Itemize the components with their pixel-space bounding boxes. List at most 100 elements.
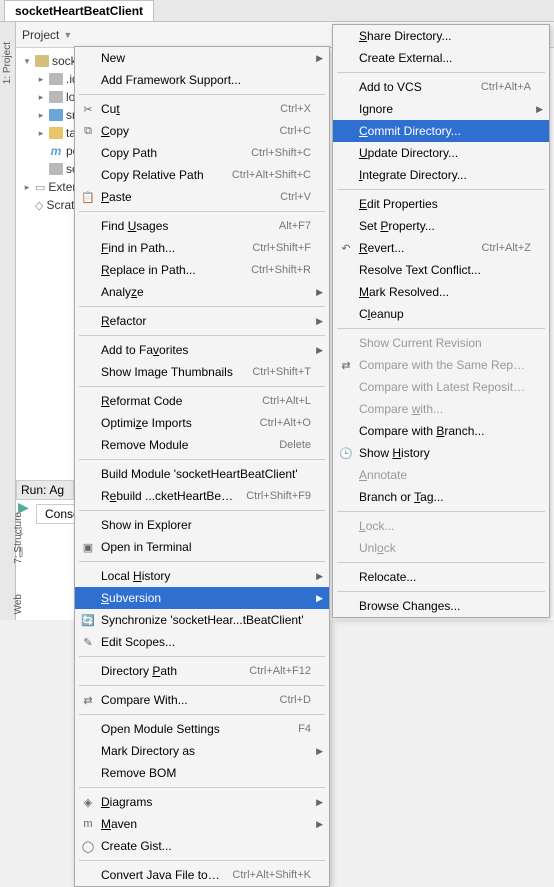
menu-item[interactable]: Compare with Branch... [333, 420, 549, 442]
menu-item-icon: 🔄 [80, 614, 96, 627]
submenu-arrow-icon: ▶ [316, 819, 323, 830]
menu-item[interactable]: New▶ [75, 47, 329, 69]
menu-item[interactable]: Optimize ImportsCtrl+Alt+O [75, 412, 329, 434]
menu-item[interactable]: ✂CutCtrl+X [75, 98, 329, 120]
menu-item[interactable]: Local History▶ [75, 565, 329, 587]
menu-item[interactable]: Relocate... [333, 566, 549, 588]
web-tool-tab[interactable]: Web [2, 594, 24, 614]
menu-item-label: Compare with... [359, 402, 531, 416]
submenu-arrow-icon: ▶ [316, 345, 323, 356]
menu-item[interactable]: Integrate Directory... [333, 164, 549, 186]
menu-item[interactable]: mMaven▶ [75, 813, 329, 835]
menu-item-label: Integrate Directory... [359, 168, 531, 182]
menu-item[interactable]: Build Module 'socketHeartBeatClient' [75, 463, 329, 485]
menu-shortcut: Ctrl+Alt+L [262, 395, 311, 407]
menu-item-label: Add Framework Support... [101, 73, 311, 87]
menu-item[interactable]: Remove BOM [75, 762, 329, 784]
menu-item[interactable]: ◯ Create Gist... [75, 835, 329, 857]
left-edge-tabs: 7: Structure Web [2, 512, 24, 614]
menu-item-label: Create Gist... [101, 839, 311, 853]
library-icon: ▭ [35, 181, 45, 194]
menu-item-icon: ⇄ [80, 694, 96, 707]
menu-item[interactable]: Reformat CodeCtrl+Alt+L [75, 390, 329, 412]
menu-item-icon: ✎ [80, 636, 96, 649]
menu-item[interactable]: Update Directory... [333, 142, 549, 164]
menu-item[interactable]: Remove ModuleDelete [75, 434, 329, 456]
structure-tool-tab[interactable]: 7: Structure [2, 512, 24, 564]
menu-item[interactable]: Subversion▶ [75, 587, 329, 609]
menu-item[interactable]: Add to Favorites▶ [75, 339, 329, 361]
menu-item[interactable]: Branch or Tag... [333, 486, 549, 508]
menu-item[interactable]: Show Image ThumbnailsCtrl+Shift+T [75, 361, 329, 383]
menu-item[interactable]: Add Framework Support... [75, 69, 329, 91]
menu-item[interactable]: Replace in Path...Ctrl+Shift+R [75, 259, 329, 281]
menu-item[interactable]: Add to VCSCtrl+Alt+A [333, 76, 549, 98]
menu-item[interactable]: Show in Explorer [75, 514, 329, 536]
menu-item-label: Remove BOM [101, 766, 311, 780]
menu-item-icon: ▣ [80, 541, 96, 554]
menu-item[interactable]: Mark Resolved... [333, 281, 549, 303]
menu-item[interactable]: Resolve Text Conflict... [333, 259, 549, 281]
menu-shortcut: Delete [279, 439, 311, 451]
menu-item[interactable]: ⧉CopyCtrl+C [75, 120, 329, 142]
menu-item-label: Subversion [101, 591, 311, 605]
menu-item-label: Show Image Thumbnails [101, 365, 242, 379]
menu-item[interactable]: Open Module SettingsF4 [75, 718, 329, 740]
menu-item-icon: 🕒 [338, 447, 354, 460]
scratch-icon: ◇ [35, 199, 43, 212]
menu-item[interactable]: Copy Relative Path Ctrl+Alt+Shift+C [75, 164, 329, 186]
menu-item[interactable]: Set Property... [333, 215, 549, 237]
project-tool-tab[interactable]: 1: Project [2, 42, 13, 84]
menu-item-icon: ◈ [80, 796, 96, 809]
project-view-selector[interactable]: Project [22, 28, 59, 42]
submenu-arrow-icon: ▶ [316, 287, 323, 298]
menu-item-label: Build Module 'socketHeartBeatClient' [101, 467, 311, 481]
menu-item[interactable]: 📋PasteCtrl+V [75, 186, 329, 208]
editor-tab[interactable]: socketHeartBeatClient [4, 0, 154, 21]
menu-item: Annotate [333, 464, 549, 486]
menu-item-label: Copy [101, 124, 270, 138]
menu-item-label: Edit Properties [359, 197, 531, 211]
menu-item[interactable]: ◈Diagrams▶ [75, 791, 329, 813]
menu-item[interactable]: ⇄Compare With...Ctrl+D [75, 689, 329, 711]
menu-item[interactable]: Browse Changes... [333, 595, 549, 617]
run-tool-header[interactable]: Run: Ag [16, 480, 74, 500]
menu-item[interactable]: ✎Edit Scopes... [75, 631, 329, 653]
menu-item-label: Update Directory... [359, 146, 531, 160]
menu-item-label: Find Usages [101, 219, 269, 233]
menu-item[interactable]: Share Directory... [333, 25, 549, 47]
menu-item-label: Show Current Revision [359, 336, 531, 350]
menu-item-label: Replace in Path... [101, 263, 241, 277]
menu-item-icon: 📋 [80, 191, 96, 204]
menu-item[interactable]: Find UsagesAlt+F7 [75, 215, 329, 237]
menu-item[interactable]: ↶Revert...Ctrl+Alt+Z [333, 237, 549, 259]
chevron-down-icon[interactable]: ▼ [63, 30, 72, 40]
menu-item-label: Compare with the Same Repository Version [359, 358, 531, 372]
menu-item[interactable]: ▣Open in Terminal [75, 536, 329, 558]
menu-shortcut: Ctrl+Alt+Shift+C [232, 169, 311, 181]
menu-item[interactable]: Copy PathCtrl+Shift+C [75, 142, 329, 164]
menu-item[interactable]: 🔄Synchronize 'socketHear...tBeatClient' [75, 609, 329, 631]
menu-item-label: Find in Path... [101, 241, 242, 255]
menu-item-icon: ◯ [80, 840, 96, 853]
submenu-arrow-icon: ▶ [536, 104, 543, 115]
menu-item[interactable]: 🕒Show History [333, 442, 549, 464]
menu-item[interactable]: Find in Path...Ctrl+Shift+F [75, 237, 329, 259]
menu-item[interactable]: Refactor▶ [75, 310, 329, 332]
menu-item[interactable]: Edit Properties [333, 193, 549, 215]
menu-item[interactable]: Convert Java File to Kotlin FileCtrl+Alt… [75, 864, 329, 886]
menu-shortcut: Ctrl+Alt+F12 [249, 665, 311, 677]
menu-item[interactable]: Cleanup [333, 303, 549, 325]
menu-item[interactable]: Commit Directory... [333, 120, 549, 142]
menu-item: Show Current Revision [333, 332, 549, 354]
menu-item-label: Copy Path [101, 146, 241, 160]
menu-item[interactable]: Create External... [333, 47, 549, 69]
menu-item[interactable]: Ignore ▶ [333, 98, 549, 120]
menu-item-label: Copy Relative Path [101, 168, 222, 182]
menu-item[interactable]: Analyze▶ [75, 281, 329, 303]
menu-shortcut: Ctrl+Alt+Shift+K [232, 869, 311, 881]
menu-item[interactable]: Rebuild ...cketHeartBeatClient'Ctrl+Shif… [75, 485, 329, 507]
menu-item[interactable]: Mark Directory as▶ [75, 740, 329, 762]
menu-item[interactable]: Directory PathCtrl+Alt+F12 [75, 660, 329, 682]
menu-item-label: Ignore [359, 102, 531, 116]
